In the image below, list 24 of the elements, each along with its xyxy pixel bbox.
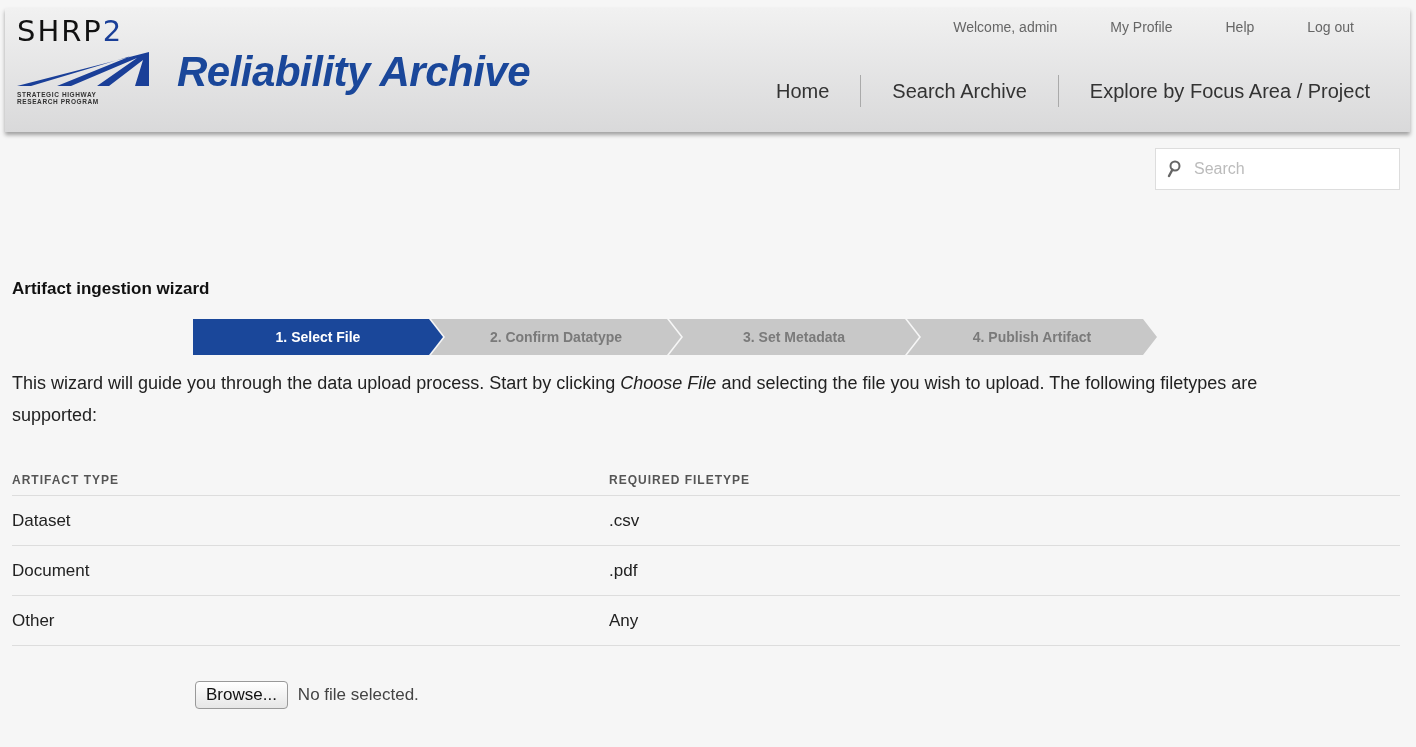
site-title: Reliability Archive <box>177 48 531 96</box>
table-cell-text: Dataset <box>12 510 72 531</box>
wizard-step[interactable]: 1. Select File <box>193 319 443 355</box>
column-header: ARTIFACT TYPE <box>12 473 120 487</box>
table-cell: Any <box>609 610 639 631</box>
road-logo-icon <box>17 52 149 86</box>
nav-link[interactable]: Explore by Focus Area / Project <box>1089 79 1370 103</box>
header-link[interactable]: My Profile <box>1110 19 1173 35</box>
header-link[interactable]: Log out <box>1307 19 1354 35</box>
table-cell: .pdf <box>609 560 638 581</box>
nav-link[interactable]: Search Archive <box>892 79 1027 103</box>
table-cell-text: Other <box>12 610 56 631</box>
browse-button[interactable]: Browse... <box>195 681 288 709</box>
nav-link[interactable]: Home <box>776 79 830 103</box>
table-cell: .csv <box>609 510 640 531</box>
logo-wordmark: SHRP2 <box>17 16 125 46</box>
wizard-title: Artifact ingestion wizard <box>12 279 211 299</box>
file-status: No file selected. <box>297 685 419 705</box>
search-field[interactable]: Search <box>1155 148 1400 190</box>
column-header: REQUIRED FILETYPE <box>609 473 750 487</box>
header-link[interactable]: Help <box>1225 19 1255 35</box>
intro-text: This wizard will guide you through the data upload process. Start by clicking Choose File and selecting the file you wish to upload. The following filetypes are supported: <box>12 372 1259 427</box>
table-cell-text: Document <box>12 560 91 581</box>
welcome-text: Welcome, admin <box>953 19 1058 35</box>
